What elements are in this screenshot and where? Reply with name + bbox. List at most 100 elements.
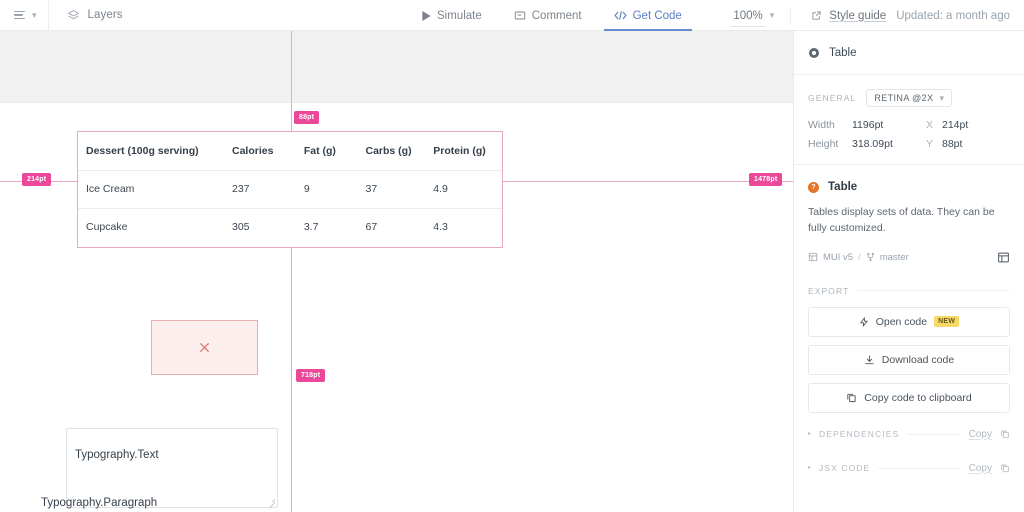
measure-badge-214pt: 214pt: [22, 173, 51, 186]
table-header-cell: Carbs (g): [357, 132, 425, 170]
library-label: MUI v5: [823, 252, 853, 263]
new-tag-badge: NEW: [934, 316, 959, 327]
canvas-top-band: [0, 31, 793, 103]
close-x-icon: [198, 341, 211, 354]
table-cell: Ice Cream: [78, 170, 224, 208]
copy-icon[interactable]: [1000, 429, 1010, 439]
x-label: X: [926, 119, 942, 131]
component-icon: [808, 47, 820, 59]
inspector-panel: Table GENERAL RETINA @2X ▾ Width 1196pt …: [793, 31, 1024, 512]
jsx-code-copy-label[interactable]: Copy: [969, 463, 992, 474]
open-code-label: Open code: [876, 316, 927, 328]
dependencies-section[interactable]: ▸ DEPENDENCIES Copy: [794, 429, 1024, 440]
resolution-select[interactable]: RETINA @2X ▾: [866, 89, 952, 107]
component-info-header: ? Table: [808, 181, 1010, 193]
table-cell: 37: [357, 170, 425, 208]
toolbar-right-group: 100% ▾ Style guide Updated: a month ago: [717, 0, 1024, 31]
menu-button[interactable]: ▾: [0, 0, 49, 31]
x-value[interactable]: 214pt: [942, 119, 968, 131]
typography-text-label: Typography.Text: [75, 449, 159, 461]
chevron-right-icon: ▸: [808, 431, 811, 437]
jsx-code-section[interactable]: ▸ JSX CODE Copy: [794, 463, 1024, 474]
height-label: Height: [808, 138, 852, 150]
typography-textarea[interactable]: [66, 428, 278, 508]
guide-line-vertical: [291, 31, 292, 512]
copy-icon: [846, 392, 857, 403]
typography-paragraph-label: Typography.Paragraph: [41, 497, 157, 509]
download-code-button[interactable]: Download code: [808, 345, 1010, 375]
branch-label: master: [880, 252, 909, 263]
design-canvas[interactable]: 88pt 214pt 1478pt 718pt Dessert (100g se…: [0, 31, 793, 512]
open-code-button[interactable]: Open code NEW: [808, 307, 1010, 337]
updated-timestamp: Updated: a month ago: [896, 10, 1024, 22]
play-icon: [422, 11, 431, 21]
code-icon: [614, 10, 627, 21]
zoom-control[interactable]: 100% ▾: [717, 0, 790, 31]
tab-get-code[interactable]: Get Code: [598, 0, 698, 31]
table-header-cell: Fat (g): [296, 132, 358, 170]
panel-title: Table: [829, 47, 857, 59]
table-cell: 237: [224, 170, 296, 208]
table-cell: 9: [296, 170, 358, 208]
copy-icon[interactable]: [1000, 463, 1010, 473]
image-placeholder-box[interactable]: [151, 320, 258, 375]
chevron-down-icon: ▾: [939, 94, 944, 103]
chevron-down-icon: ▾: [770, 11, 775, 20]
style-guide-button[interactable]: Style guide: [791, 0, 896, 31]
resolution-value: RETINA @2X: [874, 93, 933, 103]
layers-icon: [67, 9, 80, 22]
help-badge-label: ?: [811, 184, 815, 191]
table-cell: 4.3: [425, 208, 502, 246]
table-row: Ice Cream 237 9 37 4.9: [78, 170, 502, 208]
git-branch-icon: [866, 252, 875, 262]
tab-simulate[interactable]: Simulate: [406, 0, 498, 31]
dimension-row-height: Height 318.09pt Y 88pt: [808, 138, 1010, 150]
component-info-card: ? Table Tables display sets of data. The…: [794, 165, 1024, 264]
docs-icon[interactable]: [997, 251, 1010, 264]
jsx-code-label: JSX CODE: [819, 463, 870, 473]
dependencies-line: [907, 434, 960, 435]
export-header-line: [858, 290, 1010, 291]
general-section: GENERAL RETINA @2X ▾ Width 1196pt X 214p…: [794, 75, 1024, 150]
general-section-label: GENERAL: [808, 93, 856, 103]
table-cell: 305: [224, 208, 296, 246]
copy-code-label: Copy code to clipboard: [864, 392, 971, 404]
help-badge-icon: ?: [808, 182, 819, 193]
export-header: EXPORT: [808, 286, 1010, 296]
comment-icon: [514, 10, 526, 22]
tab-comment[interactable]: Comment: [498, 0, 598, 31]
width-value[interactable]: 1196pt: [852, 119, 926, 131]
toolbar-left-group: ▾ Layers: [0, 0, 123, 31]
general-row: GENERAL RETINA @2X ▾: [808, 89, 1010, 107]
table-cell: 4.9: [425, 170, 502, 208]
component-meta-row: MUI v5 / master: [808, 251, 1010, 264]
zoom-level-label: 100%: [733, 10, 762, 22]
layers-button[interactable]: Layers: [49, 9, 123, 22]
top-toolbar: ▾ Layers Simulate: [0, 0, 1024, 31]
tab-get-code-label: Get Code: [633, 10, 682, 22]
tab-simulate-label: Simulate: [437, 10, 482, 22]
dependencies-copy-label[interactable]: Copy: [969, 429, 992, 440]
download-icon: [864, 354, 875, 366]
panel-header: Table: [794, 31, 1024, 75]
table-row: Cupcake 305 3.7 67 4.3: [78, 208, 502, 246]
table-cell: 3.7: [296, 208, 358, 246]
resize-handle-icon[interactable]: [267, 497, 275, 505]
table-cell: Cupcake: [78, 208, 224, 246]
component-name: Table: [828, 181, 857, 193]
height-value[interactable]: 318.09pt: [852, 138, 926, 150]
dimension-row-width: Width 1196pt X 214pt: [808, 119, 1010, 131]
table-header-cell: Calories: [224, 132, 296, 170]
table-cell: 67: [357, 208, 425, 246]
table-header-cell: Dessert (100g serving): [78, 132, 224, 170]
copy-code-button[interactable]: Copy code to clipboard: [808, 383, 1010, 413]
app-root: ▾ Layers Simulate: [0, 0, 1024, 512]
dependencies-label: DEPENDENCIES: [819, 429, 899, 439]
external-link-icon: [811, 10, 822, 21]
width-label: Width: [808, 119, 852, 131]
y-label: Y: [926, 138, 942, 150]
jsx-code-line: [878, 468, 960, 469]
table-component[interactable]: Dessert (100g serving) Calories Fat (g) …: [77, 131, 503, 248]
toolbar-center-tabs: Simulate Comment Get Code: [406, 0, 698, 31]
y-value[interactable]: 88pt: [942, 138, 962, 150]
